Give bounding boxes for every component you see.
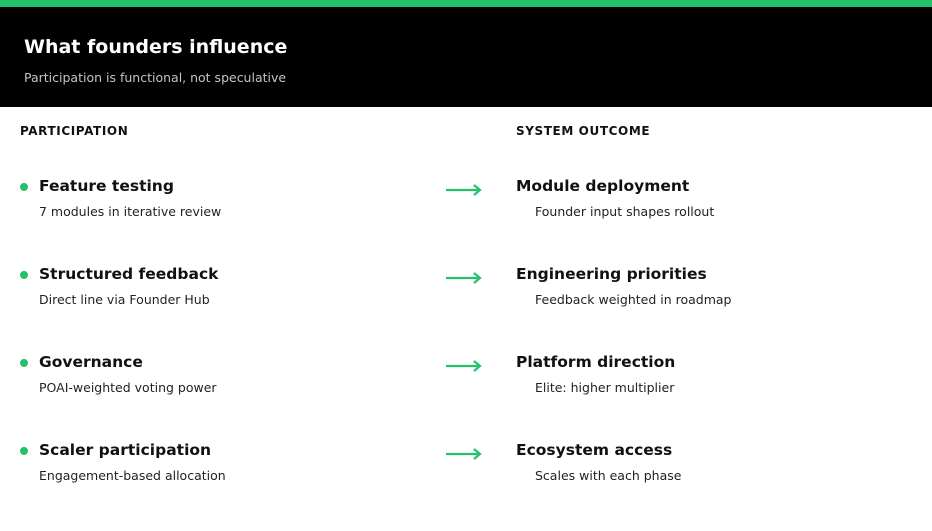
bullet-dot-icon [20, 447, 28, 455]
participation-title: Scaler participation [39, 441, 212, 459]
page-subtitle: Participation is functional, not specula… [24, 70, 287, 85]
outcome-title: Platform direction [516, 353, 676, 371]
accent-bar [0, 0, 932, 7]
column-header-participation: PARTICIPATION [20, 124, 129, 138]
participation-title: Governance [39, 353, 143, 371]
participation-desc: 7 modules in iterative review [39, 204, 222, 219]
participation-desc: Direct line via Founder Hub [39, 292, 210, 307]
outcome-title: Engineering priorities [516, 265, 707, 283]
header: What founders influence Participation is… [0, 7, 932, 107]
arrow-right-icon [446, 272, 482, 284]
outcome-desc: Elite: higher multiplier [535, 380, 675, 395]
list-item: Structured feedback Direct line via Foun… [0, 265, 932, 325]
bullet-dot-icon [20, 271, 28, 279]
outcome-title: Ecosystem access [516, 441, 673, 459]
outcome-desc: Founder input shapes rollout [535, 204, 715, 219]
arrow-right-icon [446, 360, 482, 372]
page-title: What founders influence [24, 36, 288, 58]
arrow-right-icon [446, 184, 482, 196]
participation-desc: Engagement-based allocation [39, 468, 226, 483]
participation-desc: POAI-weighted voting power [39, 380, 217, 395]
outcome-title: Module deployment [516, 177, 690, 195]
list-item: Feature testing 7 modules in iterative r… [0, 177, 932, 237]
outcome-desc: Feedback weighted in roadmap [535, 292, 732, 307]
bullet-dot-icon [20, 183, 28, 191]
bullet-dot-icon [20, 359, 28, 367]
participation-title: Feature testing [39, 177, 174, 195]
list-item: Scaler participation Engagement-based al… [0, 441, 932, 501]
outcome-desc: Scales with each phase [535, 468, 682, 483]
participation-title: Structured feedback [39, 265, 219, 283]
list-item: Governance POAI-weighted voting power Pl… [0, 353, 932, 413]
arrow-right-icon [446, 448, 482, 460]
column-header-system-outcome: SYSTEM OUTCOME [516, 124, 651, 138]
